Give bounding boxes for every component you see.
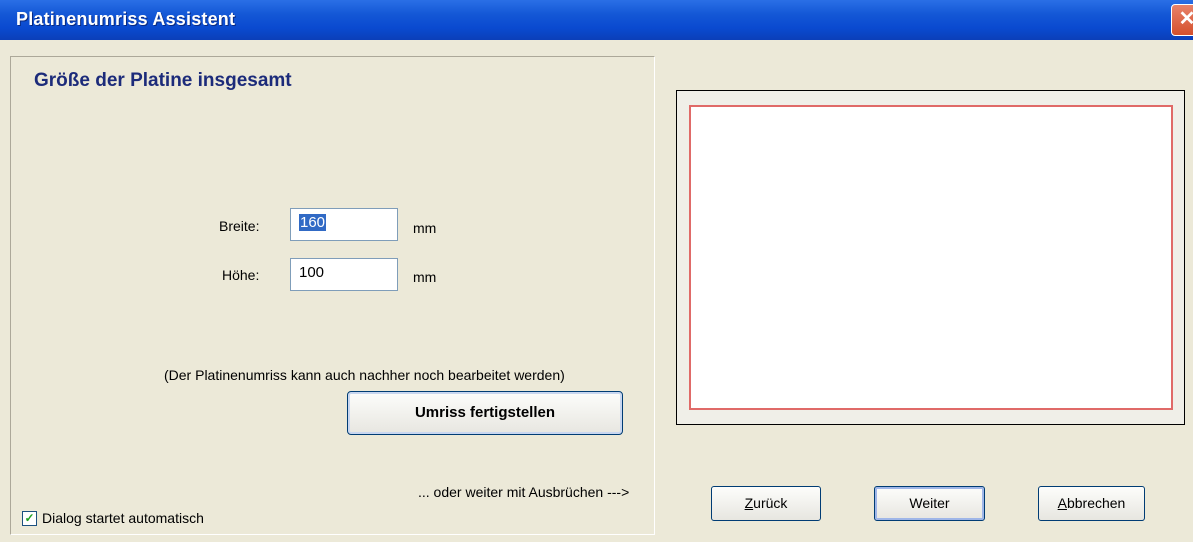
width-label: Breite: <box>219 218 260 234</box>
back-label: urück <box>753 495 788 511</box>
width-value: 160 <box>299 214 327 231</box>
height-unit: mm <box>413 269 437 285</box>
cancel-label: bbrechen <box>1066 495 1126 511</box>
settings-panel <box>10 56 655 535</box>
close-button[interactable]: ✕ <box>1171 4 1193 36</box>
autostart-option[interactable]: ✓ Dialog startet automatisch <box>22 510 204 526</box>
cancel-mnemonic: A <box>1057 495 1067 511</box>
height-value: 100 <box>299 264 325 281</box>
edit-later-note: (Der Platinenumriss kann auch nachher no… <box>164 367 565 383</box>
width-unit: mm <box>413 220 437 236</box>
window-title: Platinenumriss Assistent <box>16 9 236 29</box>
back-mnemonic: Z <box>744 495 754 511</box>
autostart-checkbox[interactable]: ✓ <box>22 510 37 526</box>
next-button[interactable]: Weiter <box>874 486 985 521</box>
board-outline <box>689 105 1173 410</box>
height-input[interactable]: 100 <box>290 258 398 291</box>
section-heading: Größe der Platine insgesamt <box>34 70 292 91</box>
autostart-label: Dialog startet automatisch <box>42 510 204 526</box>
back-button[interactable]: Zurück <box>711 486 821 521</box>
continue-hint: ... oder weiter mit Ausbrüchen ---> <box>418 484 630 500</box>
width-input[interactable]: 160 <box>290 208 398 241</box>
board-preview <box>676 90 1185 425</box>
checkmark-icon: ✓ <box>24 510 35 525</box>
close-icon: ✕ <box>1178 8 1193 30</box>
finish-outline-button[interactable]: Umriss fertigstellen <box>347 391 623 435</box>
title-bar[interactable]: Platinenumriss Assistent ✕ <box>0 0 1193 40</box>
height-label: Höhe: <box>222 267 260 283</box>
cancel-button[interactable]: Abbrechen <box>1038 486 1145 521</box>
